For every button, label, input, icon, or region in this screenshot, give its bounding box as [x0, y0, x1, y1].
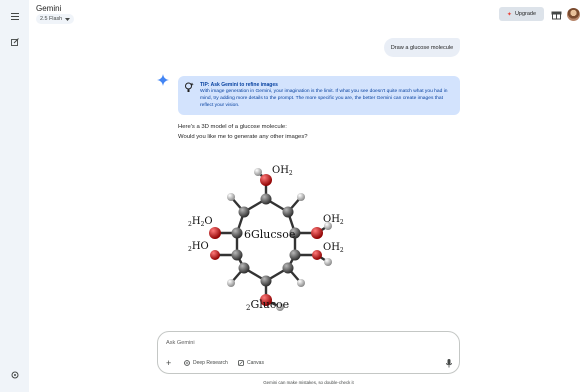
app-title: Gemini — [36, 4, 62, 13]
gemini-sparkle-icon — [157, 74, 169, 86]
microphone-icon[interactable] — [446, 359, 452, 368]
prompt-input[interactable] — [166, 339, 416, 347]
gift-icon[interactable] — [551, 9, 562, 20]
upgrade-label: Upgrade — [514, 11, 537, 17]
canvas-icon — [238, 360, 244, 366]
tip-title: TIP: Ask Gemini to refine images — [200, 82, 278, 88]
sparkle-icon: ✦ — [506, 11, 512, 18]
new-chat-icon[interactable] — [7, 34, 22, 49]
deep-research-icon — [184, 360, 190, 366]
response-text: Here's a 3D model of a glucose molecule: — [178, 124, 287, 130]
lightbulb-icon — [184, 82, 194, 93]
label-oh-top: OH2 — [272, 165, 293, 177]
user-message: Draw a glucose molecule — [384, 38, 460, 57]
deep-research-label: Deep Research — [193, 360, 228, 366]
generated-image[interactable]: OH2 2H2O 2HO 6Glucsoe OH2 OH2 2Glucoe — [178, 152, 362, 314]
canvas-button[interactable]: Canvas — [238, 358, 264, 368]
deep-research-button[interactable]: Deep Research — [184, 358, 228, 368]
menu-icon[interactable] — [7, 9, 22, 24]
label-h2o-left: 2H2O — [188, 216, 213, 228]
label-ho-left: 2HO — [188, 241, 209, 253]
label-oh-right1: OH2 — [323, 214, 344, 226]
prompt-composer: + Deep Research Canvas — [157, 331, 460, 374]
add-icon[interactable]: + — [166, 359, 171, 368]
upgrade-button[interactable]: ✦ Upgrade — [499, 7, 544, 21]
label-bottom: 2Glucoe — [246, 298, 289, 312]
disclaimer: Gemini can make mistakes, so double-chec… — [263, 380, 354, 385]
avatar[interactable] — [567, 8, 580, 21]
canvas-label: Canvas — [247, 360, 264, 366]
model-label: 2.5 Flash — [40, 16, 63, 22]
sidebar-rail — [0, 0, 29, 392]
label-center: 6Glucsoe — [244, 228, 295, 241]
model-picker[interactable]: 2.5 Flash — [36, 14, 75, 24]
chevron-down-icon — [65, 17, 71, 21]
response-followup: Would you like me to generate any other … — [178, 134, 308, 140]
label-oh-right2: OH2 — [323, 242, 344, 254]
tip-banner: TIP: Ask Gemini to refine images With im… — [178, 76, 460, 115]
tip-body: With image generation in Gemini, your im… — [200, 89, 448, 108]
